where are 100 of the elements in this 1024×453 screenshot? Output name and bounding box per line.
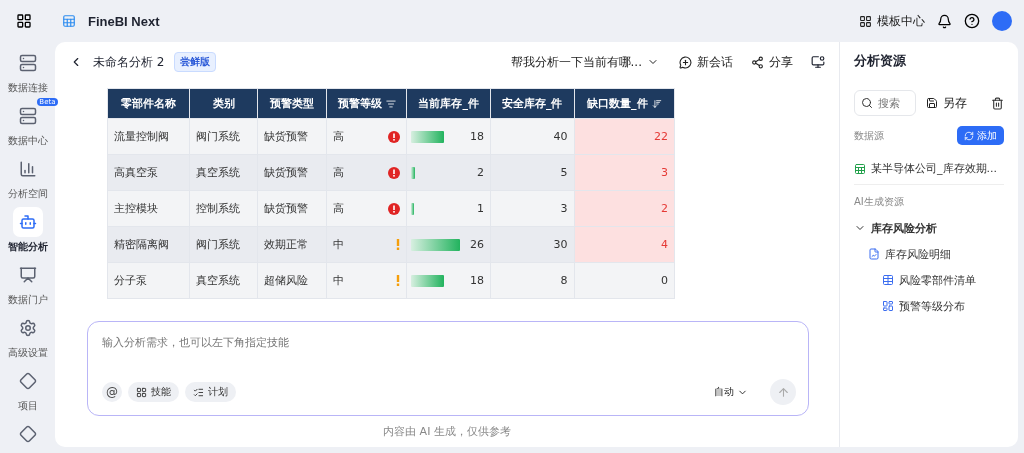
section-label: AI生成资源 xyxy=(854,195,905,209)
table-cell: 3 xyxy=(490,190,574,227)
table-cell: 30 xyxy=(490,226,574,263)
diamond-icon xyxy=(18,425,37,443)
template-center-button[interactable]: 模板中心 xyxy=(859,12,925,30)
add-button[interactable]: 添加 xyxy=(957,126,1004,145)
column-header: 类别 xyxy=(189,88,258,119)
level-text: 高 xyxy=(332,201,344,216)
table-cell: 缺货预警 xyxy=(257,118,327,155)
tree-item[interactable]: 风险零部件清单 xyxy=(882,267,1004,293)
table-cell: 分子泵 xyxy=(107,262,190,299)
table-cell: 阀门系统 xyxy=(189,118,258,155)
table-cell: 流量控制阀 xyxy=(107,118,190,155)
save-icon xyxy=(926,97,938,109)
nav-item[interactable]: 分析空间 xyxy=(7,154,48,201)
spreadsheet-icon xyxy=(854,162,866,175)
board-icon xyxy=(18,266,37,284)
table-cell: 0 xyxy=(574,262,675,299)
tree-item[interactable]: 库存风险明细 xyxy=(868,241,1004,267)
table-cell: 主控模块 xyxy=(107,190,190,227)
table-cell: 5 xyxy=(490,154,574,191)
sort-icon[interactable] xyxy=(651,98,662,109)
nav-item[interactable]: 数据连接 xyxy=(7,48,48,95)
chat-plus-icon xyxy=(679,55,692,69)
section-label: 数据源 xyxy=(854,128,884,143)
mention-button[interactable]: @ xyxy=(102,382,122,402)
column-header: 当前库存_件 xyxy=(406,88,491,119)
tool-button[interactable]: 计划 xyxy=(185,382,236,402)
search-icon xyxy=(861,97,873,109)
grid-icon xyxy=(136,386,147,398)
logo-icon xyxy=(62,14,76,28)
stock-value: 2 xyxy=(476,165,484,180)
bar-chart-icon xyxy=(18,160,37,178)
column-header: 安全库存_件 xyxy=(490,88,574,119)
stock-value: 26 xyxy=(469,237,484,252)
grid-icon xyxy=(859,14,872,28)
settings-icon xyxy=(18,319,37,337)
table-cell: 精密隔离阀 xyxy=(107,226,190,263)
apps-icon[interactable] xyxy=(16,13,32,29)
stock-value: 18 xyxy=(469,129,484,144)
tree-item[interactable]: 预警等级分布 xyxy=(882,293,1004,319)
table-cell: 3 xyxy=(574,154,675,191)
dashboard-icon xyxy=(882,300,894,312)
level-text: 高 xyxy=(332,129,344,144)
tool-button[interactable]: 技能 xyxy=(128,382,179,402)
table-cell: 控制系统 xyxy=(189,190,258,227)
app-name: FineBI Next xyxy=(88,13,160,29)
mode-dropdown[interactable]: 自动 xyxy=(708,384,754,400)
table-cell: 真空系统 xyxy=(189,262,258,299)
nav-item[interactable]: 项目 xyxy=(12,366,43,413)
session-dropdown[interactable]: 帮我分析一下当前有哪... xyxy=(510,53,659,71)
table-cell: 超储风险 xyxy=(257,262,327,299)
notification-icon[interactable] xyxy=(937,13,952,29)
arrow-up-icon xyxy=(776,385,790,399)
nav-item[interactable]: 高级设置 xyxy=(7,313,48,360)
monitor-icon[interactable] xyxy=(811,55,825,69)
table-cell: 缺货预警 xyxy=(257,190,327,227)
prompt-field[interactable]: 输入分析需求，也可以左下角指定技能 @ 技能 计划 自动 xyxy=(87,321,809,416)
share-icon xyxy=(751,55,764,69)
table-cell: 8 xyxy=(490,262,574,299)
nav-item[interactable]: 智能分析 xyxy=(7,207,48,254)
column-header: 预警类型 xyxy=(257,88,327,119)
stock-value: 1 xyxy=(476,201,484,216)
version-tag: 尝鲜版 xyxy=(174,52,217,72)
save-as-button[interactable]: 另存 xyxy=(926,94,967,112)
table-cell: 效期正常 xyxy=(257,226,327,263)
server-icon xyxy=(18,54,37,72)
stock-value: 18 xyxy=(469,273,484,288)
level-text: 中 xyxy=(332,273,344,288)
table-cell: 4 xyxy=(574,226,675,263)
checklist-icon xyxy=(193,386,204,398)
data-source-item[interactable]: 某半导体公司_库存效期... xyxy=(854,153,1004,185)
refresh-icon xyxy=(964,130,974,141)
table-cell: 真空系统 xyxy=(189,154,258,191)
panel-title: 分析资源 xyxy=(854,52,907,70)
server-icon xyxy=(18,107,37,125)
table-cell: 22 xyxy=(574,118,675,155)
column-header: 预警等级 xyxy=(326,88,407,119)
help-icon[interactable] xyxy=(964,13,980,29)
robot-icon xyxy=(18,213,37,231)
table-cell: 40 xyxy=(490,118,574,155)
table-cell: 缺货预警 xyxy=(257,154,327,191)
delete-icon[interactable] xyxy=(991,96,1004,110)
table-cell: 阀门系统 xyxy=(189,226,258,263)
disclaimer-text: 内容由 AI 生成，仅供参考 xyxy=(382,424,512,439)
level-text: 高 xyxy=(332,165,344,180)
nav-item[interactable]: 数据门户 xyxy=(7,260,48,307)
table-cell: 2 xyxy=(574,190,675,227)
avatar[interactable] xyxy=(992,11,1012,31)
filter-icon[interactable] xyxy=(385,98,396,109)
share-button[interactable]: 分享 xyxy=(751,53,793,71)
report-icon xyxy=(868,248,880,260)
level-text: 中 xyxy=(332,237,344,252)
column-header: 缺口数量_件 xyxy=(574,88,675,119)
column-header: 零部件名称 xyxy=(107,88,190,119)
diamond-icon xyxy=(18,372,37,390)
new-chat-button[interactable]: 新会话 xyxy=(679,53,733,71)
table-icon xyxy=(882,274,894,286)
analysis-title: 未命名分析 2 xyxy=(93,53,165,71)
tree-item[interactable]: 库存风险分析 xyxy=(854,215,1004,241)
